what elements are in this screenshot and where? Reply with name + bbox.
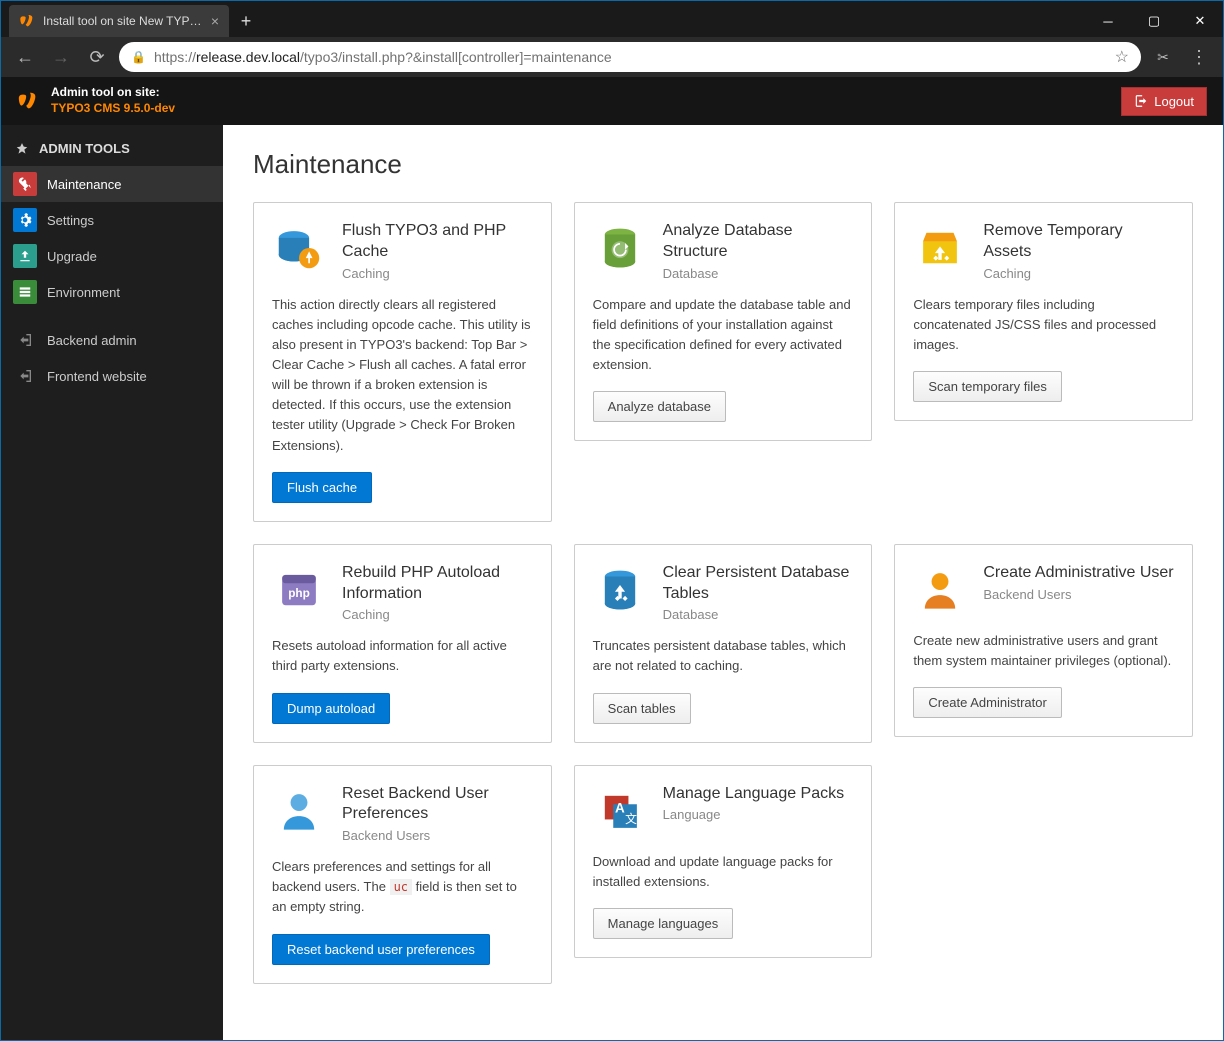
card-category: Database <box>663 266 854 281</box>
back-icon[interactable]: ← <box>11 43 39 71</box>
reload-icon[interactable]: ⟳ <box>83 43 111 71</box>
bookmark-star-icon[interactable]: ☆ <box>1115 47 1129 67</box>
card-category: Language <box>663 807 844 822</box>
card: php Rebuild PHP Autoload Information Cachi… <box>253 544 552 743</box>
card-title: Flush TYPO3 and PHP Cache <box>342 221 533 263</box>
card-title: Manage Language Packs <box>663 784 844 805</box>
menu-icon[interactable]: ⋮ <box>1185 43 1213 71</box>
logout-icon <box>1134 94 1148 108</box>
sidebar-item-settings[interactable]: Settings <box>1 202 223 238</box>
tab-close-icon[interactable]: × <box>211 13 219 29</box>
svg-text:php: php <box>288 585 310 599</box>
sidebar-item-environment[interactable]: Environment <box>1 274 223 310</box>
typo3-favicon-icon <box>19 13 35 29</box>
card-icon <box>593 221 647 275</box>
sidebar-item-label: Settings <box>47 213 94 228</box>
new-tab-button[interactable]: + <box>229 5 263 37</box>
window-maximize-icon[interactable]: ▢ <box>1131 5 1177 37</box>
card-description: Clears preferences and settings for all … <box>272 857 533 917</box>
card-description: Clears temporary files including concate… <box>913 295 1174 355</box>
sidebar-link-label: Backend admin <box>47 333 137 348</box>
card-description: Create new administrative users and gran… <box>913 631 1174 671</box>
card-category: Caching <box>983 266 1174 281</box>
card-description: Compare and update the database table an… <box>593 295 854 376</box>
card-action-button[interactable]: Reset backend user preferences <box>272 934 490 965</box>
card-icon: A文 <box>593 784 647 838</box>
address-bar: ← → ⟳ 🔒 https://release.dev.local/typo3/… <box>1 37 1223 77</box>
sidebar-item-label: Upgrade <box>47 249 97 264</box>
card-icon <box>593 563 647 617</box>
card: Clear Persistent Database Tables Database… <box>574 544 873 743</box>
card-category: Backend Users <box>983 587 1173 602</box>
sidebar-link-frontend[interactable]: Frontend website <box>1 358 223 394</box>
card-icon <box>272 784 326 838</box>
card-title: Reset Backend User Preferences <box>342 784 533 826</box>
window-minimize-icon[interactable]: ─ <box>1085 5 1131 37</box>
sidebar-item-maintenance[interactable]: Maintenance <box>1 166 223 202</box>
card-action-button[interactable]: Dump autoload <box>272 693 390 724</box>
card-description: This action directly clears all register… <box>272 295 533 456</box>
forward-icon[interactable]: → <box>47 43 75 71</box>
card-title: Create Administrative User <box>983 563 1173 584</box>
url-input[interactable]: 🔒 https://release.dev.local/typo3/instal… <box>119 42 1141 72</box>
gear-icon <box>13 208 37 232</box>
sidebar-item-upgrade[interactable]: Upgrade <box>1 238 223 274</box>
card-icon <box>913 563 967 617</box>
topbar-version: TYPO3 CMS 9.5.0-dev <box>51 101 175 117</box>
card-icon <box>272 221 326 275</box>
card-action-button[interactable]: Scan tables <box>593 693 691 724</box>
lock-icon: 🔒 <box>131 50 146 64</box>
card-action-button[interactable]: Scan temporary files <box>913 371 1062 402</box>
topbar-site-label: Admin tool on site: <box>51 85 175 101</box>
card-icon: php <box>272 563 326 617</box>
sidebar-item-label: Maintenance <box>47 177 121 192</box>
card-title: Remove Temporary Assets <box>983 221 1174 263</box>
card-category: Caching <box>342 607 533 622</box>
card-title: Analyze Database Structure <box>663 221 854 263</box>
browser-tab[interactable]: Install tool on site New TYPO3 si × <box>9 5 229 37</box>
logout-button[interactable]: Logout <box>1121 87 1207 116</box>
card-description: Truncates persistent database tables, wh… <box>593 636 854 676</box>
card: Analyze Database Structure Database Compar… <box>574 202 873 441</box>
rocket-icon <box>15 142 29 156</box>
card-action-button[interactable]: Manage languages <box>593 908 734 939</box>
url-text: https://release.dev.local/typo3/install.… <box>154 49 1107 65</box>
exit-icon <box>13 364 37 388</box>
svg-text:文: 文 <box>625 811 637 825</box>
sidebar: ADMIN TOOLS Maintenance Settings Upgrade… <box>1 125 223 1040</box>
extension-icon[interactable]: ✂ <box>1149 43 1177 71</box>
upload-icon <box>13 244 37 268</box>
typo3-logo-icon <box>17 90 39 112</box>
sidebar-item-label: Environment <box>47 285 120 300</box>
card-description: Resets autoload information for all acti… <box>272 636 533 676</box>
card-title: Rebuild PHP Autoload Information <box>342 563 533 605</box>
window-close-icon[interactable]: ✕ <box>1177 5 1223 37</box>
server-icon <box>13 280 37 304</box>
main-content: Maintenance Flush TYPO3 and PHP Cache Cac… <box>223 125 1223 1040</box>
card-description: Download and update language packs for i… <box>593 852 854 892</box>
sidebar-link-backend[interactable]: Backend admin <box>1 322 223 358</box>
card: Create Administrative User Backend Users C… <box>894 544 1193 737</box>
card: Remove Temporary Assets Caching Clears tem… <box>894 202 1193 421</box>
card-title: Clear Persistent Database Tables <box>663 563 854 605</box>
card-action-button[interactable]: Analyze database <box>593 391 726 422</box>
card-category: Caching <box>342 266 533 281</box>
card-category: Database <box>663 607 854 622</box>
card-category: Backend Users <box>342 828 533 843</box>
wrench-icon <box>13 172 37 196</box>
card: Flush TYPO3 and PHP Cache Caching This act… <box>253 202 552 522</box>
tab-title: Install tool on site New TYPO3 si <box>43 14 203 28</box>
card: Reset Backend User Preferences Backend Us… <box>253 765 552 984</box>
sidebar-header: ADMIN TOOLS <box>1 131 223 166</box>
sidebar-link-label: Frontend website <box>47 369 147 384</box>
exit-icon <box>13 328 37 352</box>
card-icon <box>913 221 967 275</box>
card: A文 Manage Language Packs Language Download … <box>574 765 873 958</box>
card-action-button[interactable]: Flush cache <box>272 472 372 503</box>
card-action-button[interactable]: Create Administrator <box>913 687 1062 718</box>
app-topbar: Admin tool on site: TYPO3 CMS 9.5.0-dev … <box>1 77 1223 125</box>
svg-text:A: A <box>615 800 625 815</box>
browser-tab-bar: Install tool on site New TYPO3 si × + ─ … <box>1 1 1223 37</box>
page-title: Maintenance <box>253 149 1193 180</box>
